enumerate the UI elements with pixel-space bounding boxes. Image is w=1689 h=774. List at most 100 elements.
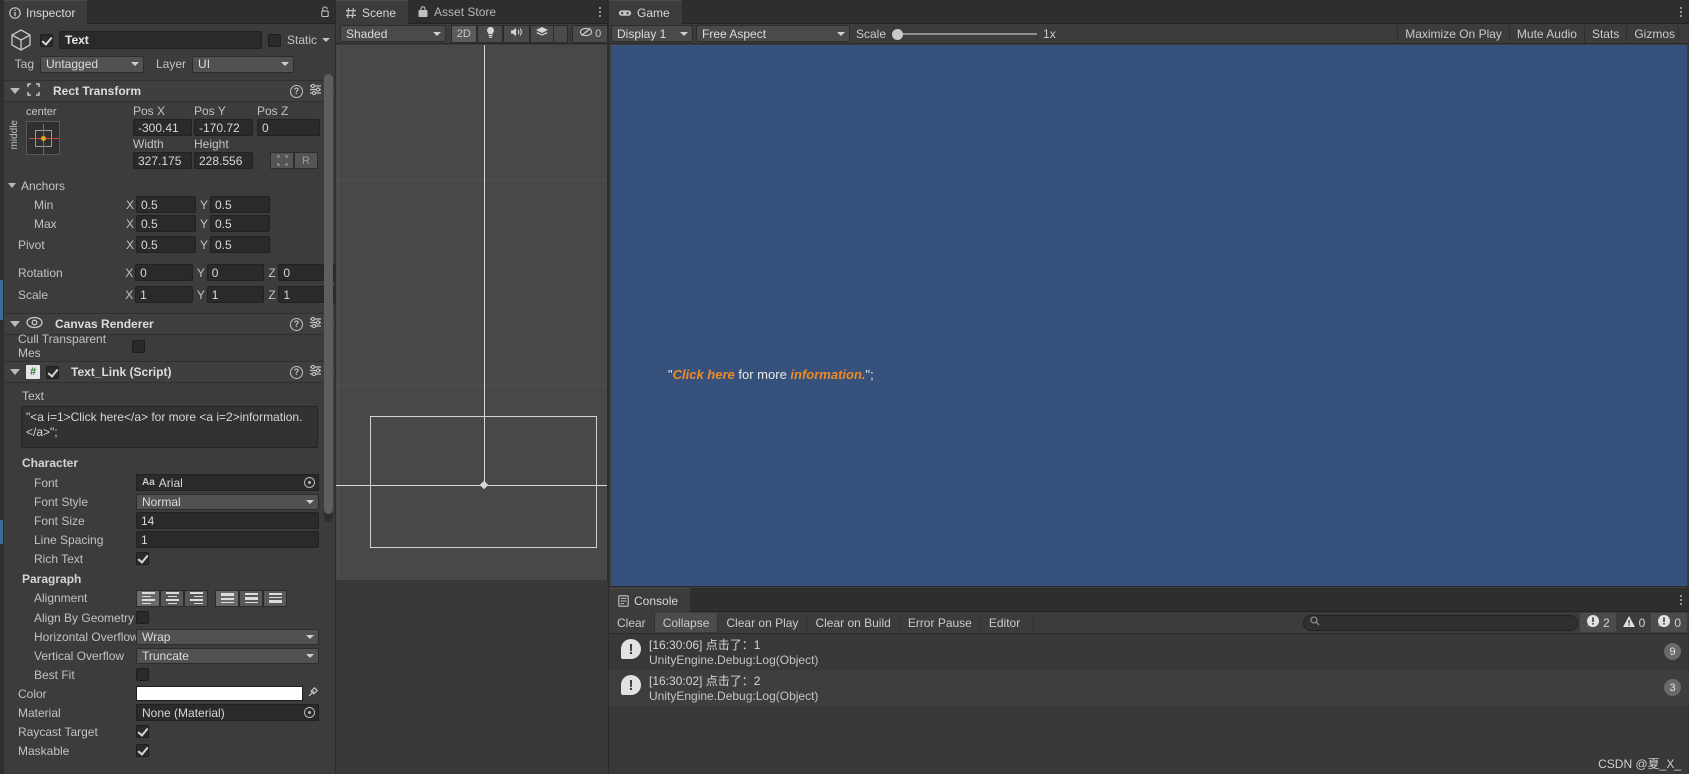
anchor-preset-button[interactable] [26,121,60,155]
preset-icon[interactable] [309,83,322,99]
warning-count-chip[interactable]: 0 [1616,613,1652,632]
editor-dropdown[interactable]: Editor [981,613,1035,632]
font-style-dropdown[interactable]: Normal [136,493,319,510]
align-right-button[interactable] [184,589,208,607]
console-search-input[interactable] [1302,614,1578,631]
tab-console[interactable]: Console [609,588,691,612]
collapse-button[interactable]: Collapse [654,613,719,632]
posx-field[interactable]: -300.41 [133,119,192,136]
tab-scene[interactable]: Scene [336,0,409,24]
anchor-max-y-field[interactable]: 0.5 [210,215,270,232]
tab-game[interactable]: Game [609,0,682,24]
gizmos-button[interactable]: Gizmos [1627,25,1678,43]
inspector-lock-icon[interactable] [320,0,336,23]
anchor-max-x-field[interactable]: 0.5 [136,215,196,232]
console-menu-icon[interactable] [1673,588,1689,611]
scale-slider-handle[interactable] [892,28,904,40]
color-swatch[interactable] [136,686,303,701]
help-icon[interactable]: ? [290,84,303,98]
scale-y-field[interactable]: 1 [206,286,265,303]
log-entry[interactable]: ! [16:30:02] 点击了：2 UnityEngine.Debug:Log… [609,670,1689,706]
posz-field[interactable]: 0 [257,119,320,136]
shading-mode-dropdown[interactable]: Shaded [340,25,446,42]
inspector-scene-separator[interactable] [335,0,336,774]
layer-dropdown[interactable]: UI [192,55,295,73]
anchor-min-x-field[interactable]: 0.5 [136,196,196,213]
scene-menu-icon[interactable] [592,0,608,23]
stats-button[interactable]: Stats [1585,24,1628,43]
inspector-scrollbar-thumb[interactable] [324,74,333,514]
game-console-separator[interactable] [609,586,1689,587]
align-top-button[interactable] [215,589,239,607]
preset-icon[interactable] [309,364,322,380]
width-field[interactable]: 327.175 [133,152,192,169]
anchors-foldout[interactable]: Anchors [0,176,336,195]
clear-button[interactable]: Clear [609,613,655,632]
foldout-icon[interactable] [10,321,20,327]
help-icon[interactable]: ? [290,317,303,331]
display-dropdown[interactable]: Display 1 [611,25,693,42]
font-object-field[interactable]: Aa Arial [136,474,319,491]
best-fit-checkbox[interactable] [136,668,149,681]
game-viewport[interactable]: "Click here for more information."; [611,45,1687,586]
gizmos-visibility-button[interactable]: 0 [572,24,608,43]
object-picker-icon[interactable] [304,707,315,718]
posy-field[interactable]: -170.72 [194,119,253,136]
game-menu-icon[interactable] [1673,0,1689,23]
clear-on-build-button[interactable]: Clear on Build [807,613,900,632]
fx-dropdown-button[interactable] [553,24,569,43]
text-value-textarea[interactable]: "<a i=1>Click here</a> for more <a i=2>i… [21,406,318,448]
rich-text-checkbox[interactable] [136,552,149,565]
align-bottom-button[interactable] [263,589,287,607]
component-header-rect-transform[interactable]: Rect Transform ? [0,80,336,102]
toggle-lighting-button[interactable] [476,24,504,43]
error-count-chip[interactable]: 0 [1651,613,1687,632]
eyedropper-icon[interactable] [307,686,319,701]
raycast-target-checkbox[interactable] [136,725,149,738]
scale-slider-group[interactable]: Scale 1x [856,27,1056,41]
align-center-button[interactable] [160,589,184,607]
link-click-here[interactable]: Click here [673,367,735,382]
pivot-x-field[interactable]: 0.5 [136,236,196,253]
object-picker-icon[interactable] [304,477,315,488]
gizmos-dropdown-button[interactable] [1678,24,1689,43]
error-pause-button[interactable]: Error Pause [900,613,981,632]
aspect-dropdown[interactable]: Free Aspect [696,25,850,42]
align-middle-button[interactable] [239,589,263,607]
raw-edit-mode-button[interactable]: R [294,152,318,169]
mute-audio-button[interactable]: Mute Audio [1510,24,1585,43]
clear-on-play-button[interactable]: Clear on Play [718,613,808,632]
toggle-audio-button[interactable] [503,24,530,43]
log-entry[interactable]: ! [16:30:06] 点击了：1 UnityEngine.Debug:Log… [609,634,1689,670]
script-enabled-checkbox[interactable] [46,365,59,379]
cull-transparent-checkbox[interactable] [132,339,145,353]
component-header-text-link[interactable]: # Text_Link (Script) ? [0,361,336,383]
info-count-chip[interactable]: 2 [1579,613,1616,632]
scene-viewport[interactable] [336,45,608,580]
pivot-y-field[interactable]: 0.5 [210,236,270,253]
gameobject-name-field[interactable]: Text [59,31,262,49]
tab-inspector[interactable]: Inspector [0,0,88,24]
link-information[interactable]: information. [790,367,865,382]
static-dropdown[interactable]: Static [287,33,330,47]
align-by-geometry-checkbox[interactable] [136,611,149,624]
tab-asset-store[interactable]: Asset Store [408,0,508,24]
gameobject-enabled-checkbox[interactable] [40,33,53,47]
tag-dropdown[interactable]: Untagged [40,55,144,73]
foldout-icon[interactable] [10,88,20,94]
maskable-checkbox[interactable] [136,744,149,757]
foldout-icon[interactable] [10,369,20,375]
height-field[interactable]: 228.556 [194,152,253,169]
static-checkbox[interactable] [267,33,281,47]
anchor-min-y-field[interactable]: 0.5 [210,196,270,213]
rotation-y-field[interactable]: 0 [206,264,265,281]
console-log-list[interactable]: ! [16:30:06] 点击了：1 UnityEngine.Debug:Log… [609,634,1689,774]
rotation-x-field[interactable]: 0 [135,264,193,281]
toggle-2d-button[interactable]: 2D [450,24,477,43]
font-size-field[interactable]: 14 [136,512,319,529]
preset-icon[interactable] [309,316,322,332]
align-left-button[interactable] [136,589,160,607]
horizontal-overflow-dropdown[interactable]: Wrap [136,628,319,645]
scale-slider[interactable] [892,28,1038,40]
line-spacing-field[interactable]: 1 [136,531,319,548]
